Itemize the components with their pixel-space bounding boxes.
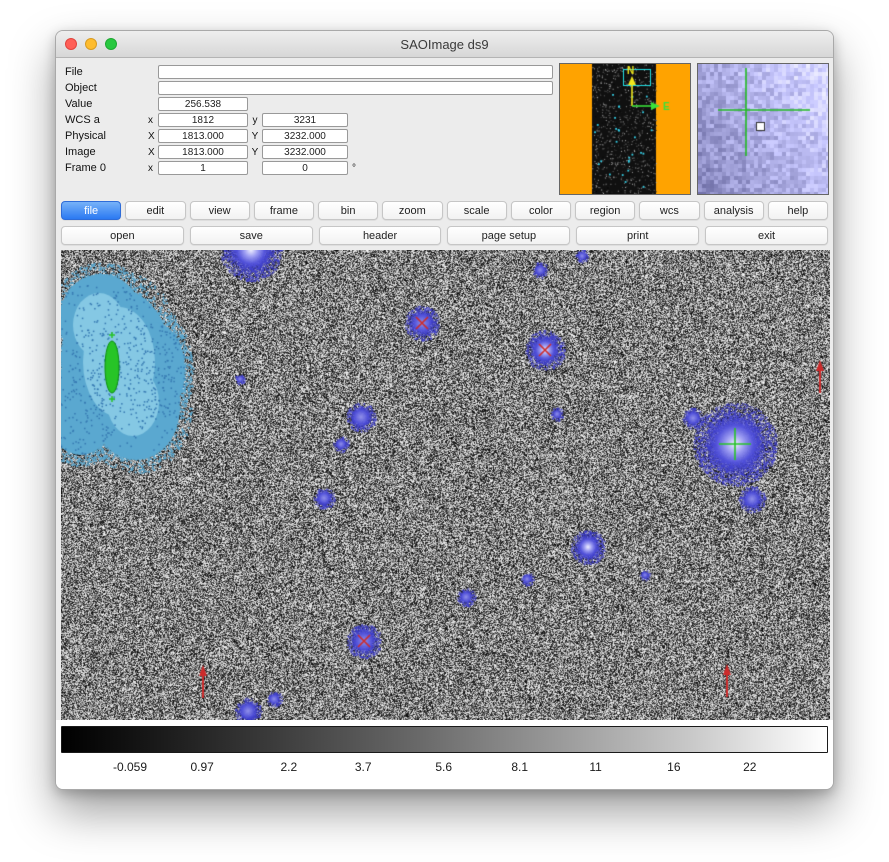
image-row: Image X Y [65,145,553,159]
frame-zoom-label: x [148,163,158,174]
panner-canvas[interactable] [560,64,690,194]
file-field[interactable] [158,65,553,79]
object-field[interactable] [158,81,553,95]
toolbar-button-open[interactable]: open [61,226,184,245]
frame-rotation-field[interactable] [262,161,348,175]
page-background: SAOImage ds9 File Object Value WCS a [0,0,889,862]
menu-button-help[interactable]: help [768,201,828,220]
menu-button-edit[interactable]: edit [125,201,185,220]
menu-button-file[interactable]: file [61,201,121,220]
menu-button-region[interactable]: region [575,201,635,220]
field-label-value: Value [65,98,148,110]
colorbar-tick-label: 5.6 [435,760,452,774]
menu-bar: fileedit viewframebinzoom scalecolorregion… [56,198,833,223]
maximize-button[interactable] [105,38,117,50]
colorbar-tick-label: 3.7 [355,760,372,774]
object-row: Object [65,81,553,95]
close-button[interactable] [65,38,77,50]
toolbar-button-print[interactable]: print [576,226,699,245]
frame-row: Frame 0 x ° [65,161,553,175]
menu-button-bin[interactable]: bin [318,201,378,220]
field-label-image: Image [65,146,148,158]
frame-zoom-field[interactable] [158,161,248,175]
image-y-label: Y [248,147,262,158]
image-display[interactable] [61,250,828,720]
menu-button-analysis[interactable]: analysis [704,201,764,220]
physical-row: Physical X Y [65,129,553,143]
field-label-wcs: WCS a [65,114,148,126]
wcs-x-field[interactable] [158,113,248,127]
wcs-row: WCS a x y [65,113,553,127]
value-row: Value [65,97,553,111]
colorbar-tick-label: 22 [743,760,756,774]
menu-button-scale[interactable]: scale [447,201,507,220]
value-field[interactable] [158,97,248,111]
image-x-field[interactable] [158,145,248,159]
field-label-object: Object [65,82,148,94]
wcs-y-label: y [248,115,262,126]
field-label-file: File [65,66,148,78]
minimize-button[interactable] [85,38,97,50]
image-canvas[interactable] [61,250,830,720]
file-toolbar: open save header page setup print exit [56,223,833,248]
colorbar-tick-label: 16 [667,760,680,774]
colorbar-gradient[interactable] [61,726,828,753]
physical-y-label: Y [248,131,262,142]
toolbar-button-exit[interactable]: exit [705,226,828,245]
wcs-x-label: x [148,115,158,126]
colorbar-tick-label: 2.2 [280,760,297,774]
magnifier[interactable] [697,63,829,195]
image-x-label: X [148,147,158,158]
colorbar-tick-label: 0.97 [190,760,213,774]
info-panel: File Object Value WCS a x y [56,58,833,198]
window-title: SAOImage ds9 [400,37,488,52]
physical-x-field[interactable] [158,129,248,143]
degree-symbol: ° [348,163,366,174]
wcs-y-field[interactable] [262,113,348,127]
colorbar-tick-label: 8.1 [511,760,528,774]
colorbar-ticks: -0.059 0.97 2.2 3.7 5.6 8.1 11 16 22 [61,753,828,779]
field-label-frame: Frame 0 [65,162,148,174]
toolbar-button-save[interactable]: save [190,226,313,245]
menu-button-view[interactable]: view [190,201,250,220]
toolbar-button-page-setup[interactable]: page setup [447,226,570,245]
physical-y-field[interactable] [262,129,348,143]
field-label-physical: Physical [65,130,148,142]
traffic-lights [65,31,117,57]
physical-x-label: X [148,131,158,142]
toolbar-button-header[interactable]: header [319,226,442,245]
colorbar-tick-label: 11 [589,760,601,774]
menu-button-zoom[interactable]: zoom [382,201,442,220]
colorbar-tick-label: -0.059 [113,760,147,774]
panner[interactable] [559,63,691,195]
menu-button-wcs[interactable]: wcs [639,201,699,220]
window-titlebar[interactable]: SAOImage ds9 [56,31,833,58]
ds9-window: SAOImage ds9 File Object Value WCS a [55,30,834,790]
menu-button-frame[interactable]: frame [254,201,314,220]
file-row: File [65,65,553,79]
image-y-field[interactable] [262,145,348,159]
magnifier-canvas[interactable] [698,64,828,194]
menu-button-color[interactable]: color [511,201,571,220]
coordinate-readout: File Object Value WCS a x y [65,63,553,175]
colorbar: -0.059 0.97 2.2 3.7 5.6 8.1 11 16 22 [56,720,833,789]
